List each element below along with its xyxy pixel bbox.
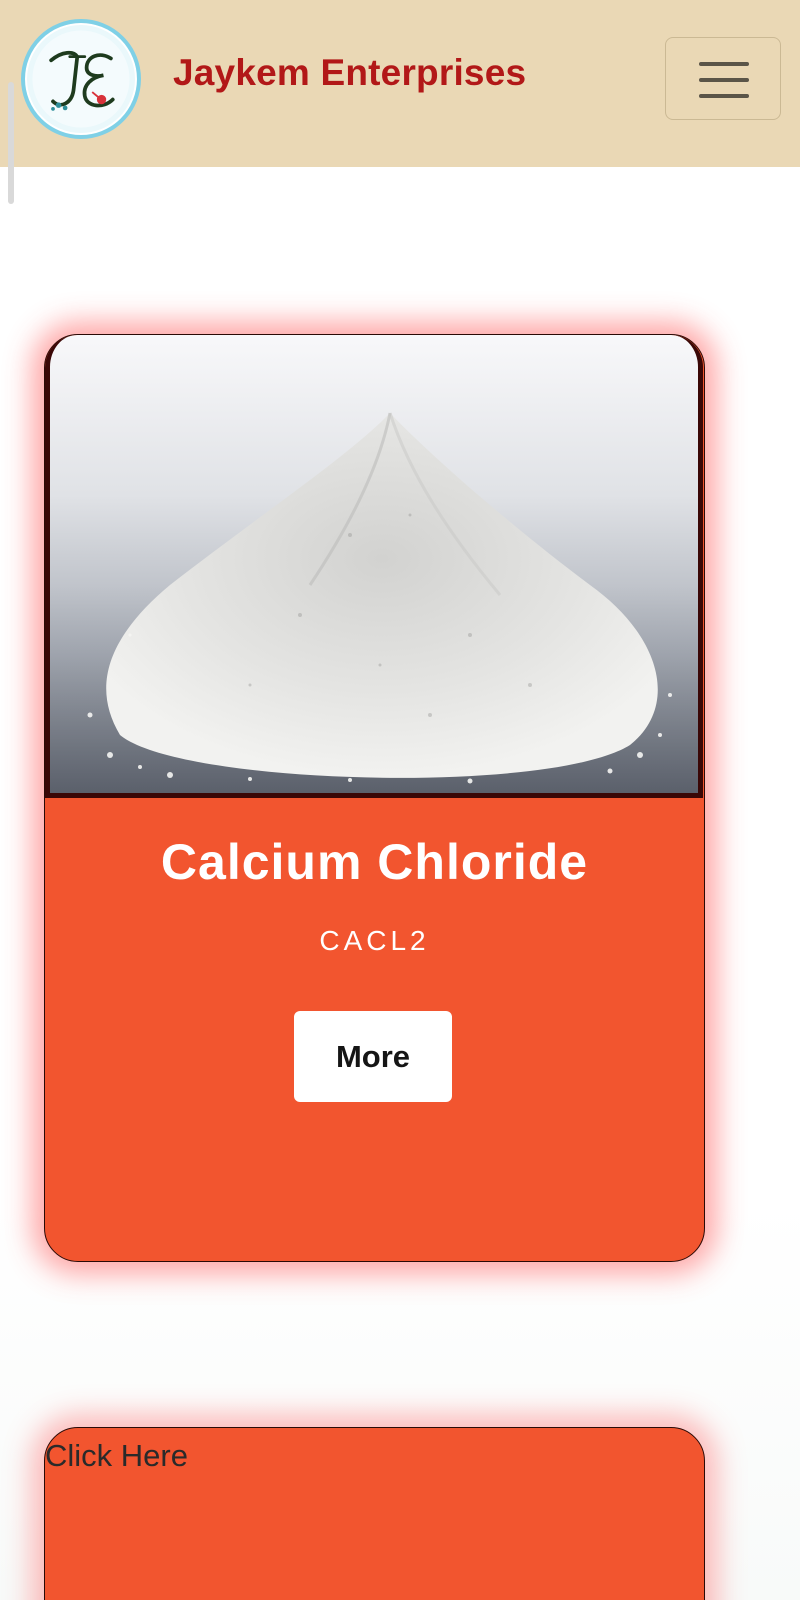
click-here-link[interactable]: Click Here: [45, 1438, 188, 1474]
hamburger-menu-icon: [699, 78, 749, 82]
product-formula: CACL2: [319, 925, 430, 956]
hamburger-menu-icon: [699, 94, 749, 98]
menu-toggle-button[interactable]: [665, 37, 781, 120]
more-button[interactable]: More: [294, 1011, 452, 1102]
product-image: [45, 335, 703, 798]
navbar: Jaykem Enterprises: [0, 0, 800, 167]
brand-name[interactable]: Jaykem Enterprises: [173, 52, 526, 94]
scrollbar[interactable]: [8, 82, 14, 204]
je-monogram-logo-icon: [32, 30, 130, 128]
hamburger-menu-icon: [699, 62, 749, 66]
logo[interactable]: [21, 19, 141, 139]
product-title: Calcium Chloride: [160, 834, 589, 890]
calcium-chloride-powder-image: [50, 412, 698, 793]
product-card: Calcium Chloride CACL2 More: [44, 334, 705, 1262]
second-product-card: Click Here: [44, 1427, 705, 1600]
page: Jaykem Enterprises Calcium Chloride CACL…: [0, 0, 800, 1600]
